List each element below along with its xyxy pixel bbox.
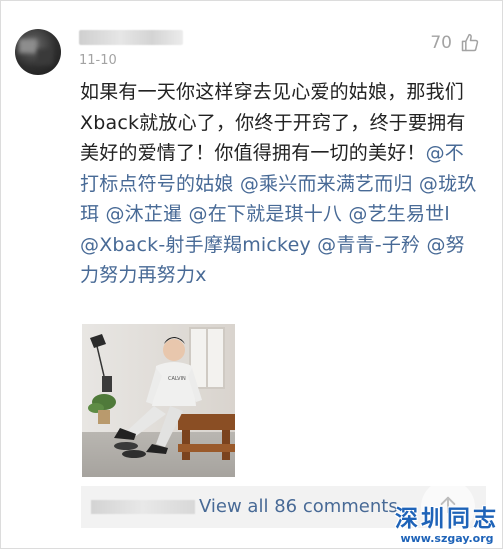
- comment-photo[interactable]: CALVIN: [82, 324, 235, 477]
- comment-card: 11-10 70 如果有一天你这样穿去见心爱的姑娘，那我们Xback就放心了，你…: [0, 0, 503, 549]
- redaction-mask: [91, 500, 195, 514]
- shirt-print: CALVIN: [168, 376, 186, 382]
- username-redacted[interactable]: [79, 29, 183, 45]
- view-all-comments-link[interactable]: View all 86 comments: [199, 496, 398, 517]
- comment-date: 11-10: [79, 53, 117, 68]
- site-watermark: 深圳同志 www.szgay.org: [395, 506, 499, 545]
- user-mention[interactable]: @艺生易世l: [348, 203, 449, 225]
- comment-body: 如果有一天你这样穿去见心爱的姑娘，那我们Xback就放心了，你终于开窍了，终于要…: [80, 77, 480, 291]
- watermark-url: www.szgay.org: [400, 532, 494, 545]
- user-mention[interactable]: @青青-子矜: [317, 234, 420, 256]
- avatar-blur: [19, 39, 37, 53]
- user-mention[interactable]: @Xback-射手摩羯mickey: [80, 234, 311, 256]
- thumb-up-icon: [460, 33, 480, 53]
- avatar[interactable]: [15, 29, 61, 75]
- comment-text-segment: 如果有一天你这样穿去见心爱的姑娘，那我们Xback就放心了，你终于开窍了，终于要…: [80, 81, 466, 164]
- watermark-title: 深圳同志: [395, 506, 499, 532]
- user-mention[interactable]: @在下就是琪十八: [189, 203, 343, 225]
- user-mention[interactable]: @乘兴而来满艺而归: [240, 173, 413, 195]
- redaction-mask: [79, 29, 183, 45]
- like-button[interactable]: 70: [430, 33, 480, 53]
- user-mention[interactable]: @沐芷暹: [105, 203, 182, 225]
- avatar-blur: [37, 49, 53, 65]
- like-count: 70: [430, 33, 452, 53]
